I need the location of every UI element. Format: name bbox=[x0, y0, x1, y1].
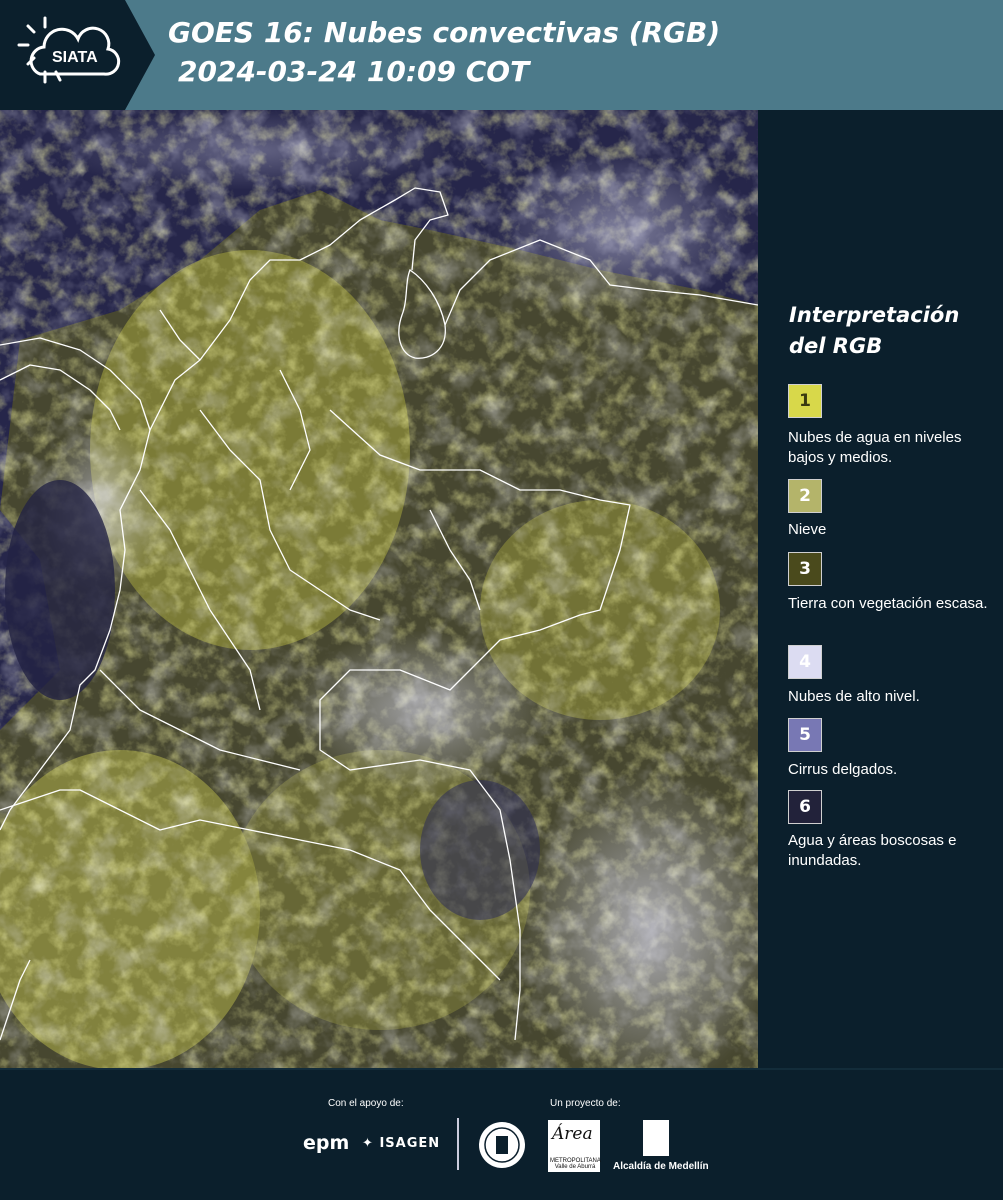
footer: Con el apoyo de: Un proyecto de: epm ✦ I… bbox=[0, 1068, 1003, 1200]
legend-panel: Interpretación del RGB 1 Nubes de agua e… bbox=[758, 110, 1003, 1068]
legend-title: Interpretación del RGB bbox=[789, 303, 960, 358]
legend-label-4: Nubes de alto nivel. bbox=[788, 688, 920, 705]
support-label: Con el apoyo de: bbox=[328, 1098, 404, 1109]
legend-label-6: Agua y áreas boscosas e inundadas. bbox=[788, 832, 957, 869]
legend-swatch-5: 5 bbox=[788, 718, 822, 752]
page-title: GOES 16: Nubes convectivas (RGB) bbox=[168, 16, 721, 49]
isagen-icon: ✦ bbox=[362, 1136, 374, 1151]
area-logo-text: Área bbox=[552, 1124, 593, 1144]
page-timestamp: 2024-03-24 10:09 COT bbox=[178, 55, 530, 88]
legend-label-1: Nubes de agua en niveles bajos y medios. bbox=[788, 429, 962, 466]
siata-logo: SIATA bbox=[0, 0, 160, 110]
alcaldia-shield-icon bbox=[643, 1120, 669, 1156]
medellin-seal-icon bbox=[479, 1122, 525, 1168]
legend-swatch-1: 1 bbox=[788, 384, 822, 418]
satellite-map bbox=[0, 110, 758, 1068]
legend-label-5: Cirrus delgados. bbox=[788, 761, 898, 778]
alcaldia-logo-text: Alcaldía de Medellín bbox=[613, 1161, 709, 1172]
satellite-image bbox=[0, 110, 758, 1068]
legend-label-2: Nieve bbox=[788, 521, 827, 538]
legend-label-3: Tierra con vegetación escasa. bbox=[788, 595, 988, 612]
footer-divider bbox=[457, 1118, 459, 1170]
header-bar: SIATA GOES 16: Nubes convectivas (RGB) 2… bbox=[0, 0, 1003, 110]
epm-logo: epm bbox=[303, 1132, 350, 1154]
area-logo-subtext: METROPOLITANA Valle de Aburrá bbox=[550, 1158, 601, 1170]
siata-logo-text: SIATA bbox=[52, 49, 98, 66]
legend-swatch-6: 6 bbox=[788, 790, 822, 824]
project-label: Un proyecto de: bbox=[550, 1098, 621, 1109]
legend-swatch-4: 4 bbox=[788, 645, 822, 679]
isagen-logo-text: ISAGEN bbox=[379, 1136, 441, 1151]
legend-swatch-3: 3 bbox=[788, 552, 822, 586]
isagen-logo: ✦ ISAGEN bbox=[362, 1136, 440, 1151]
legend-swatch-2: 2 bbox=[788, 479, 822, 513]
